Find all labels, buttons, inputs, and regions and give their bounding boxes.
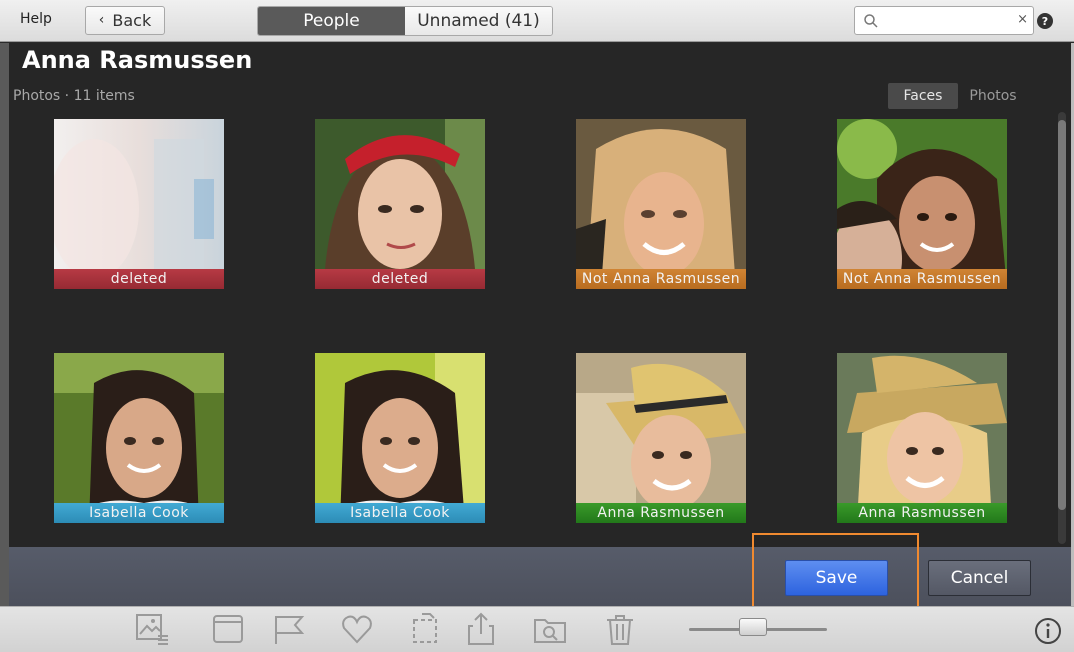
heart-icon[interactable] (339, 612, 375, 646)
face-label: Not Anna Rasmussen (837, 269, 1007, 289)
face-thumbnail[interactable]: Not Anna Rasmussen (576, 119, 746, 289)
vertical-scrollbar[interactable] (1056, 112, 1068, 544)
help-icon[interactable]: ? (1037, 13, 1053, 29)
face-label: Isabella Cook (54, 503, 224, 523)
back-button[interactable]: ‹ Back (85, 6, 165, 35)
face-photo (315, 353, 485, 523)
view-tabs: People Unnamed (41) (257, 6, 553, 36)
help-menu[interactable]: Help (20, 11, 52, 27)
cancel-button[interactable]: Cancel (928, 560, 1031, 596)
photos-toggle[interactable]: Photos (962, 83, 1024, 109)
rotate-crop-icon[interactable] (408, 612, 444, 646)
faces-toggle[interactable]: Faces (888, 83, 958, 109)
zoom-slider[interactable] (689, 618, 829, 636)
flag-icon[interactable] (270, 612, 306, 646)
image-info-icon[interactable] (134, 612, 170, 646)
face-label: deleted (54, 269, 224, 289)
face-label: deleted (315, 269, 485, 289)
zoom-slider-knob[interactable] (739, 618, 767, 636)
trash-icon[interactable] (602, 612, 638, 646)
face-photo (576, 353, 746, 523)
share-icon[interactable] (463, 612, 499, 646)
face-photo (54, 119, 224, 289)
person-name-title: Anna Rasmussen (22, 46, 253, 74)
face-label: Anna Rasmussen (576, 503, 746, 523)
face-photo (837, 353, 1007, 523)
scrollbar-thumb[interactable] (1058, 120, 1066, 510)
search-box: × (854, 6, 1034, 35)
tab-unnamed[interactable]: Unnamed (41) (405, 7, 552, 35)
face-thumbnail[interactable]: Anna Rasmussen (576, 353, 746, 523)
face-thumbnail[interactable]: Isabella Cook (315, 353, 485, 523)
chevron-left-icon: ‹ (98, 11, 105, 28)
window-icon[interactable] (210, 612, 246, 646)
face-thumbnail[interactable]: Not Anna Rasmussen (837, 119, 1007, 289)
tab-people[interactable]: People (258, 7, 405, 35)
face-photo (837, 119, 1007, 289)
left-edge (0, 43, 9, 606)
info-icon[interactable] (1034, 617, 1062, 645)
face-thumbnail[interactable]: Isabella Cook (54, 353, 224, 523)
face-photo (315, 119, 485, 289)
face-label: Not Anna Rasmussen (576, 269, 746, 289)
photo-count-subtitle: Photos · 11 items (13, 88, 135, 104)
face-photo (54, 353, 224, 523)
face-label: Isabella Cook (315, 503, 485, 523)
face-photo (576, 119, 746, 289)
face-thumbnail[interactable]: deleted (315, 119, 485, 289)
search-icon (864, 14, 878, 28)
search-input[interactable] (881, 11, 1011, 31)
top-toolbar: Help ‹ Back People Unnamed (41) × ? (0, 0, 1074, 42)
save-button[interactable]: Save (785, 560, 888, 596)
face-thumbnail[interactable]: deleted (54, 119, 224, 289)
folder-search-icon[interactable] (532, 612, 568, 646)
face-thumbnail[interactable]: Anna Rasmussen (837, 353, 1007, 523)
clear-search-icon[interactable]: × (1017, 12, 1028, 27)
back-button-label: Back (112, 11, 152, 30)
action-panel (9, 547, 1071, 606)
face-label: Anna Rasmussen (837, 503, 1007, 523)
